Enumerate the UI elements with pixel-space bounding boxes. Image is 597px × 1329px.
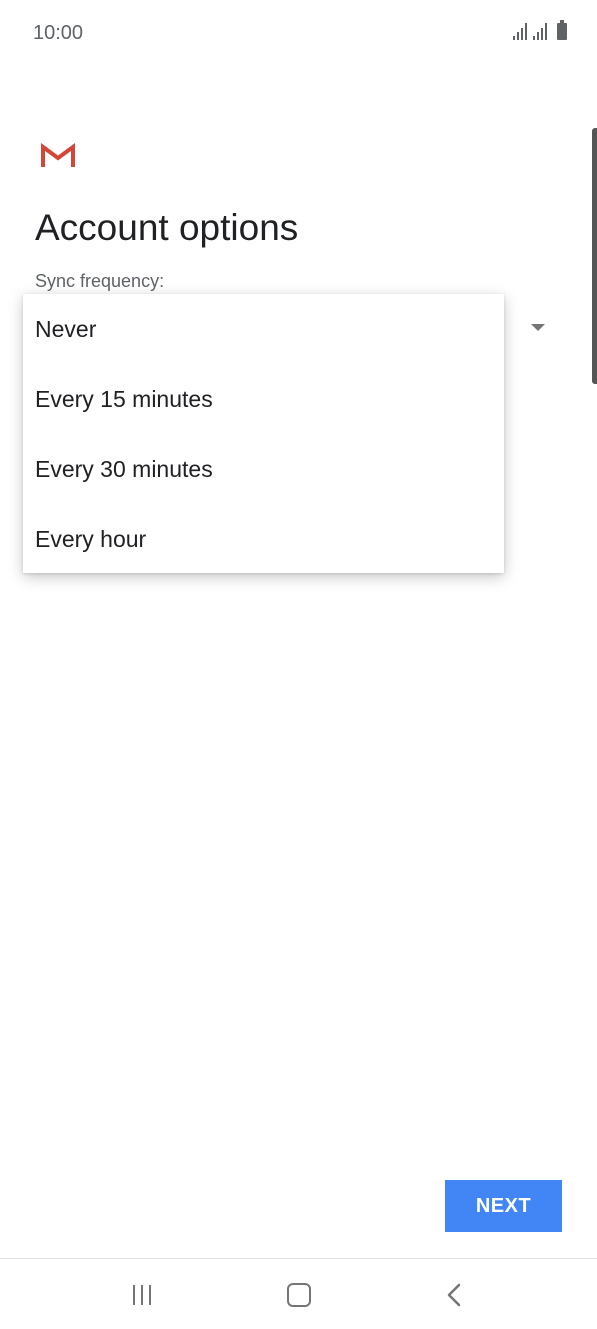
page-title: Account options <box>35 207 299 248</box>
battery-icon <box>557 20 567 40</box>
gmail-logo-icon <box>40 143 76 174</box>
recents-icon[interactable] <box>133 1285 151 1305</box>
back-icon[interactable] <box>445 1283 463 1312</box>
sync-frequency-dropdown: Never Every 15 minutes Every 30 minutes … <box>23 294 504 573</box>
home-icon[interactable] <box>287 1283 311 1307</box>
signal-icon <box>533 22 547 40</box>
sync-frequency-label: Sync frequency: <box>35 271 165 291</box>
option-every-30-minutes[interactable]: Every 30 minutes <box>23 434 504 504</box>
next-button[interactable]: NEXT <box>445 1180 562 1232</box>
option-every-15-minutes[interactable]: Every 15 minutes <box>23 364 504 434</box>
status-time: 10:00 <box>33 22 84 44</box>
dropdown-arrow-icon[interactable] <box>531 324 545 331</box>
status-bar: 10:00 <box>0 0 597 70</box>
option-every-hour[interactable]: Every hour <box>23 504 504 574</box>
option-never[interactable]: Never <box>23 294 504 364</box>
navigation-bar <box>0 1258 597 1329</box>
signal-icon <box>513 22 527 40</box>
scrollbar-handle[interactable] <box>592 128 597 384</box>
status-icons <box>513 20 567 40</box>
